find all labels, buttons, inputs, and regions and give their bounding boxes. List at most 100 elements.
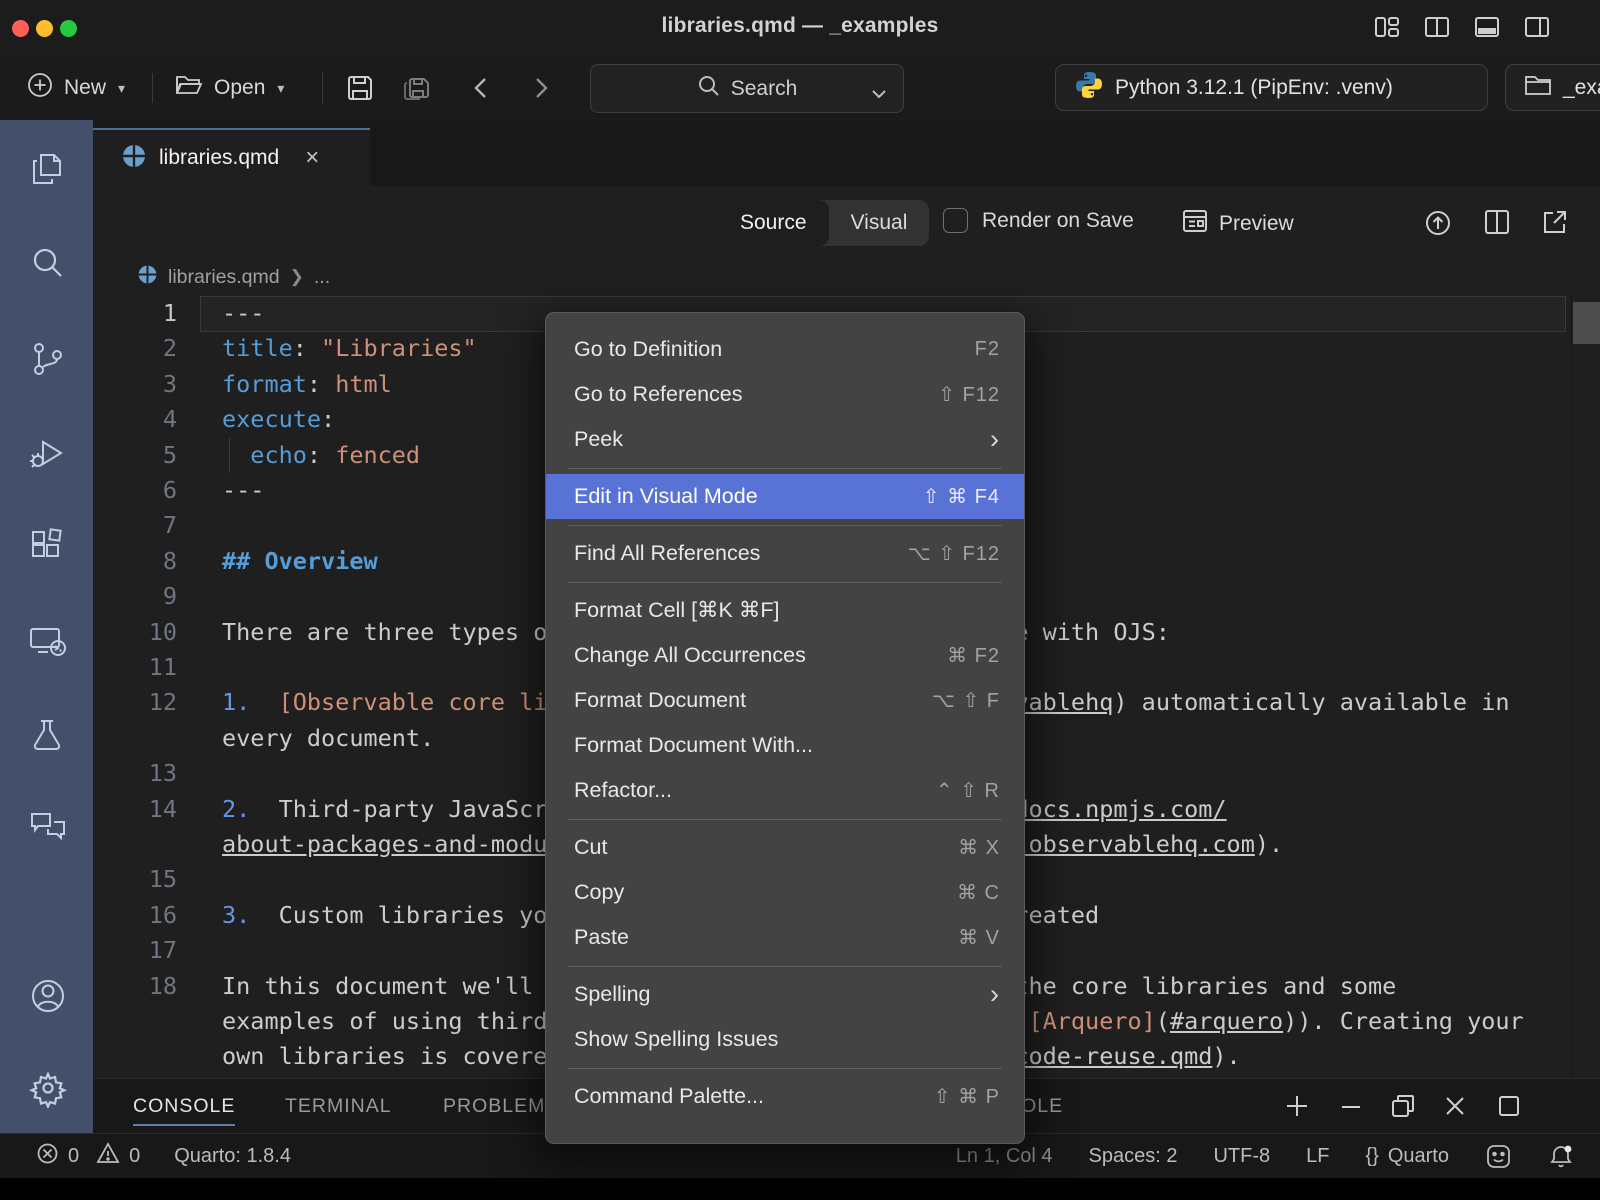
new-label: New — [64, 76, 106, 100]
extensions-icon[interactable] — [28, 528, 66, 566]
code-text: execute: — [222, 402, 335, 437]
save-all-button[interactable] — [400, 56, 434, 120]
new-file-button[interactable]: New ▾ — [26, 56, 125, 120]
tab-close-icon[interactable]: × — [305, 146, 319, 170]
quarto-version-status[interactable]: Quarto: 1.8.4 — [174, 1145, 291, 1168]
language-mode-status[interactable]: {} Quarto — [1365, 1145, 1449, 1168]
menu-item-spelling[interactable]: Spelling› — [546, 972, 1024, 1017]
menu-item-label: Edit in Visual Mode — [574, 484, 758, 509]
menu-item-label: Peek — [574, 427, 623, 452]
run-debug-icon[interactable] — [28, 434, 66, 472]
menu-item-go-to-definition[interactable]: Go to Definition F2 — [546, 327, 1024, 372]
search-input[interactable]: Search — [590, 64, 904, 113]
breadcrumb-file[interactable]: libraries.qmd — [168, 266, 280, 289]
menu-item-paste[interactable]: Paste⌘ V — [546, 915, 1024, 960]
render-document-icon[interactable] — [1423, 208, 1453, 238]
search-icon[interactable] — [28, 244, 66, 282]
error-count: 0 — [68, 1145, 79, 1168]
code-text: ## Overview — [222, 544, 378, 579]
menu-item-label: Copy — [574, 880, 624, 905]
line-number: 16 — [100, 898, 177, 933]
minimize-panel-icon[interactable] — [1337, 1092, 1365, 1120]
new-console-plus-icon[interactable] — [1283, 1092, 1311, 1120]
menu-item-edit-in-visual-mode[interactable]: Edit in Visual Mode⇧ ⌘ F4 — [546, 474, 1024, 519]
line-number: 9 — [100, 579, 177, 614]
remote-sessions-icon[interactable] — [28, 622, 66, 660]
menu-item-change-all-occurrences[interactable]: Change All Occurrences⌘ F2 — [546, 633, 1024, 678]
menu-item-format-cell-k-f[interactable]: Format Cell [⌘K ⌘F] — [546, 588, 1024, 633]
scrollbar-thumb[interactable] — [1573, 302, 1600, 344]
line-number: 14 — [100, 792, 177, 827]
navigate-back-button[interactable] — [470, 56, 492, 120]
source-visual-toggle: Source Visual — [718, 200, 929, 246]
menu-item-show-spelling-issues[interactable]: Show Spelling Issues — [546, 1017, 1024, 1062]
encoding-status[interactable]: UTF-8 — [1213, 1145, 1270, 1168]
menu-separator — [546, 519, 1024, 531]
cursor-position-status[interactable]: Ln 1, Col 4 — [956, 1145, 1053, 1168]
split-editor-icon[interactable] — [1483, 208, 1513, 238]
menu-item-go-to-references[interactable]: Go to References⇧ F12 — [546, 372, 1024, 417]
workspace-label: _examples — [1563, 76, 1600, 100]
tab-libraries-qmd[interactable]: libraries.qmd × — [93, 128, 370, 186]
maximize-panel-icon[interactable] — [1495, 1092, 1523, 1120]
code-text: every document. — [222, 721, 434, 756]
folder-icon — [1524, 73, 1552, 103]
menu-item-shortcut: F2 — [975, 338, 1000, 361]
menu-item-format-document-with[interactable]: Format Document With... — [546, 723, 1024, 768]
breadcrumb: libraries.qmd ❯ ... — [93, 258, 1600, 296]
source-mode-button[interactable]: Source — [718, 200, 829, 246]
title-bar: libraries.qmd — _examples — [0, 0, 1600, 56]
line-number: 11 — [100, 650, 177, 685]
open-file-button[interactable]: Open ▾ — [174, 56, 284, 120]
explorer-icon[interactable] — [28, 150, 66, 188]
source-control-icon[interactable] — [28, 340, 66, 378]
breadcrumb-ellipsis[interactable]: ... — [314, 266, 330, 289]
workspace-button[interactable]: _examples — [1505, 64, 1600, 111]
testing-icon[interactable] — [28, 716, 66, 754]
open-in-new-window-icon[interactable] — [1541, 208, 1571, 238]
toggle-panel-icon[interactable] — [1474, 16, 1500, 38]
preview-label: Preview — [1219, 212, 1294, 236]
line-number: 10 — [100, 615, 177, 650]
navigate-forward-button[interactable] — [530, 56, 552, 120]
menu-item-label: Find All References — [574, 541, 760, 566]
settings-gear-icon[interactable] — [28, 1068, 66, 1106]
visual-mode-button[interactable]: Visual — [829, 200, 930, 246]
comments-icon[interactable] — [28, 808, 66, 846]
close-panel-icon[interactable] — [1441, 1092, 1469, 1120]
preview-button[interactable]: Preview — [1181, 208, 1294, 240]
eol-status[interactable]: LF — [1306, 1145, 1329, 1168]
panel-tab-terminal[interactable]: TERMINAL — [285, 1079, 392, 1133]
quarto-file-icon — [121, 143, 147, 174]
menu-item-label: Go to Definition — [574, 337, 722, 362]
indentation-status[interactable]: Spaces: 2 — [1089, 1145, 1178, 1168]
code-text: format: html — [222, 367, 392, 402]
split-editor-layout-icon[interactable] — [1424, 16, 1450, 38]
menu-item-shortcut: ⌘ C — [957, 880, 1000, 905]
menu-item-copy[interactable]: Copy ⌘ C — [546, 870, 1024, 915]
panel-tab-problems[interactable]: PROBLEMS — [443, 1079, 559, 1133]
feedback-smiley-icon[interactable] — [1485, 1143, 1512, 1170]
render-on-save-checkbox[interactable] — [943, 208, 968, 233]
line-number: 8 — [100, 544, 177, 579]
menu-item-cut[interactable]: Cut⌘ X — [546, 825, 1024, 870]
menu-item-format-document[interactable]: Format Document⌥ ⇧ F — [546, 678, 1024, 723]
menu-item-label: Cut — [574, 835, 607, 860]
problems-status[interactable]: 0 0 — [36, 1142, 140, 1171]
code-text: --- — [222, 296, 264, 331]
customize-layout-icon[interactable] — [1374, 16, 1400, 38]
menu-item-refactor[interactable]: Refactor...⌃ ⇧ R — [546, 768, 1024, 813]
save-button[interactable] — [345, 56, 375, 120]
line-number: 3 — [100, 367, 177, 402]
menu-item-find-all-references[interactable]: Find All References⌥ ⇧ F12 — [546, 531, 1024, 576]
account-icon[interactable] — [28, 976, 66, 1014]
menu-item-peek[interactable]: Peek› — [546, 417, 1024, 462]
restore-panel-icon[interactable] — [1389, 1092, 1417, 1120]
menu-item-label: Format Cell [⌘K ⌘F] — [574, 598, 779, 623]
notifications-bell-icon[interactable] — [1548, 1143, 1574, 1170]
line-number: 13 — [100, 756, 177, 791]
panel-tab-console[interactable]: CONSOLE — [133, 1079, 235, 1133]
toggle-sidebar-icon[interactable] — [1524, 16, 1550, 38]
interpreter-selector[interactable]: Python 3.12.1 (PipEnv: .venv) — [1055, 64, 1488, 111]
menu-item-command-palette[interactable]: Command Palette...⇧ ⌘ P — [546, 1074, 1024, 1119]
